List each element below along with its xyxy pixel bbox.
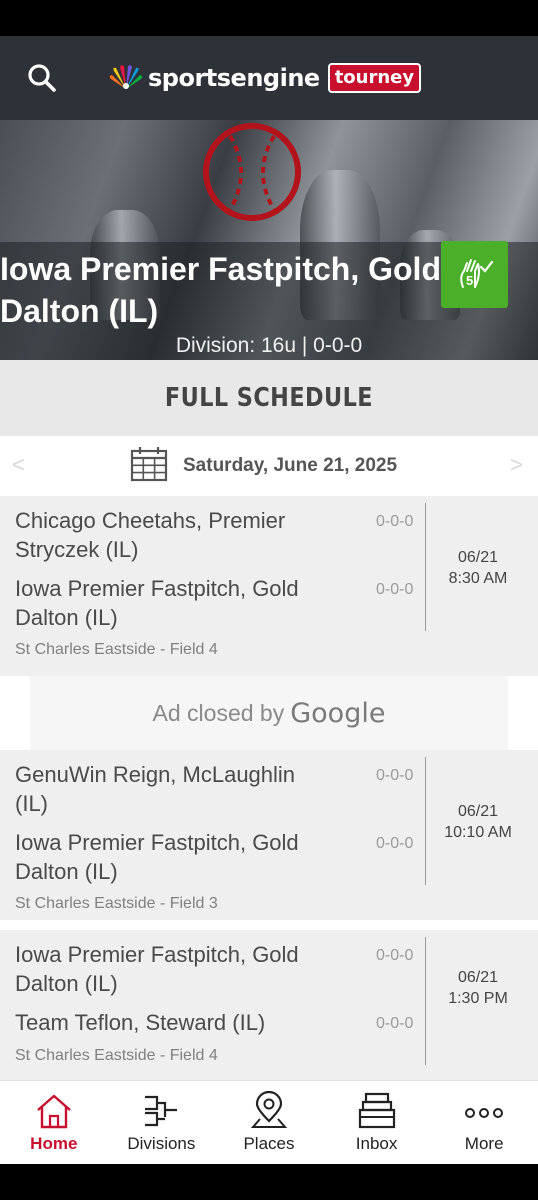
game-venue[interactable]: St Charles Eastside - Field 4 — [15, 1047, 218, 1065]
game-away-team: Iowa Premier Fastpitch, Gold Dalton (IL) — [15, 828, 355, 886]
status-bar — [0, 0, 538, 36]
game-date: 06/21 — [457, 549, 499, 566]
away-record: 0-0-0 — [376, 835, 414, 852]
google-logo: Google — [290, 697, 386, 729]
game-away-team: Team Teflon, Steward (IL) — [15, 1008, 355, 1037]
schedule-date[interactable]: Saturday, June 21, 2025 — [183, 455, 397, 477]
game-home-team: Chicago Cheetahs, Premier Stryczek (IL) — [15, 506, 355, 564]
home-record: 0-0-0 — [376, 767, 414, 784]
team-line: Dalton (IL) — [15, 859, 118, 884]
tab-label: Places — [243, 1134, 295, 1153]
game-date: 06/21 — [457, 803, 499, 820]
tab-label: Home — [30, 1134, 78, 1153]
peacock-logo-icon — [109, 65, 143, 89]
home-record: 0-0-0 — [376, 513, 414, 530]
full-schedule-heading: FULL SCHEDULE — [0, 360, 538, 436]
divider — [425, 937, 426, 1065]
team-name-line1: Iowa Premier Fastpitch, Gold — [0, 251, 441, 287]
team-hero-banner: 5 Iowa Premier Fastpitch, Gold Dalton (I… — [0, 120, 538, 360]
app-header: sportsengine tourney — [0, 36, 538, 120]
game-card[interactable]: GenuWin Reign, McLaughlin (IL) 0-0-0 Iow… — [0, 750, 538, 920]
calendar-icon — [130, 447, 168, 482]
chevron-left-icon[interactable]: < — [12, 452, 25, 478]
away-record: 0-0-0 — [376, 1015, 414, 1032]
softball-logo-icon — [203, 123, 301, 221]
tab-label: More — [464, 1134, 504, 1153]
tab-divisions[interactable]: Divisions — [108, 1081, 216, 1164]
divider — [425, 503, 426, 631]
ad-slot: Ad closed by Google — [0, 676, 538, 750]
team-line: (IL) — [15, 791, 48, 816]
inbox-icon — [358, 1092, 395, 1129]
schedule-heading-text: FULL SCHEDULE — [164, 383, 374, 413]
tab-label: Divisions — [127, 1134, 196, 1153]
tab-label: Inbox — [355, 1134, 398, 1153]
card-gap — [0, 920, 538, 930]
team-line: Chicago Cheetahs, Premier — [15, 508, 286, 533]
game-home-team: Iowa Premier Fastpitch, Gold Dalton (IL) — [15, 940, 355, 998]
bottom-tab-bar: Home Divisions Places Inbox More — [0, 1080, 538, 1164]
game-datetime: 06/21 8:30 AM — [428, 547, 528, 589]
divider — [425, 757, 426, 885]
game-time: 10:10 AM — [444, 824, 512, 841]
team-line: Dalton (IL) — [15, 971, 118, 996]
map-pin-icon — [250, 1091, 288, 1128]
tab-home[interactable]: Home — [0, 1081, 108, 1164]
bracket-icon — [145, 1095, 178, 1127]
game-date: 06/21 — [457, 969, 499, 986]
home-record: 0-0-0 — [376, 947, 414, 964]
team-line: Team Teflon, Steward (IL) — [15, 1010, 266, 1035]
ad-text: Ad closed by — [152, 699, 285, 726]
team-line: Iowa Premier Fastpitch, Gold — [15, 576, 299, 601]
tab-places[interactable]: Places — [215, 1081, 323, 1164]
tab-inbox[interactable]: Inbox — [323, 1081, 431, 1164]
game-venue[interactable]: St Charles Eastside - Field 3 — [15, 895, 218, 913]
team-line: Iowa Premier Fastpitch, Gold — [15, 942, 299, 967]
more-dots-icon — [465, 1108, 504, 1118]
away-record: 0-0-0 — [376, 581, 414, 598]
team-line: Stryczek (IL) — [15, 537, 139, 562]
ad-closed-notice: Ad closed by Google — [30, 676, 508, 750]
game-card[interactable]: Chicago Cheetahs, Premier Stryczek (IL) … — [0, 496, 538, 676]
division-record: Division: 16u | 0-0-0 — [175, 334, 363, 357]
game-home-team: GenuWin Reign, McLaughlin (IL) — [15, 760, 355, 818]
team-line: GenuWin Reign, McLaughlin — [15, 762, 296, 787]
system-nav-bar — [0, 1164, 538, 1200]
game-datetime: 06/21 1:30 PM — [428, 967, 528, 1009]
team-name-line2: Dalton (IL) — [0, 293, 159, 329]
search-icon[interactable] — [24, 60, 60, 96]
game-away-team: Iowa Premier Fastpitch, Gold Dalton (IL) — [15, 574, 355, 632]
game-card[interactable]: Iowa Premier Fastpitch, Gold Dalton (IL)… — [0, 930, 538, 1080]
sportsengine-logo[interactable]: sportsengine tourney — [108, 62, 422, 94]
game-time: 1:30 PM — [448, 990, 508, 1007]
game-datetime: 06/21 10:10 AM — [428, 801, 528, 843]
team-line: Dalton (IL) — [15, 605, 118, 630]
chevron-right-icon[interactable]: > — [510, 452, 523, 478]
logo-badge: tourney — [327, 63, 422, 93]
game-time: 8:30 AM — [448, 570, 508, 587]
game-venue[interactable]: St Charles Eastside - Field 4 — [15, 641, 218, 659]
team-line: Iowa Premier Fastpitch, Gold — [15, 830, 299, 855]
logo-wordmark: sportsengine — [148, 64, 320, 92]
tab-more[interactable]: More — [430, 1081, 538, 1164]
team-name: Iowa Premier Fastpitch, Gold Dalton (IL) — [0, 248, 538, 332]
home-icon — [37, 1094, 71, 1129]
